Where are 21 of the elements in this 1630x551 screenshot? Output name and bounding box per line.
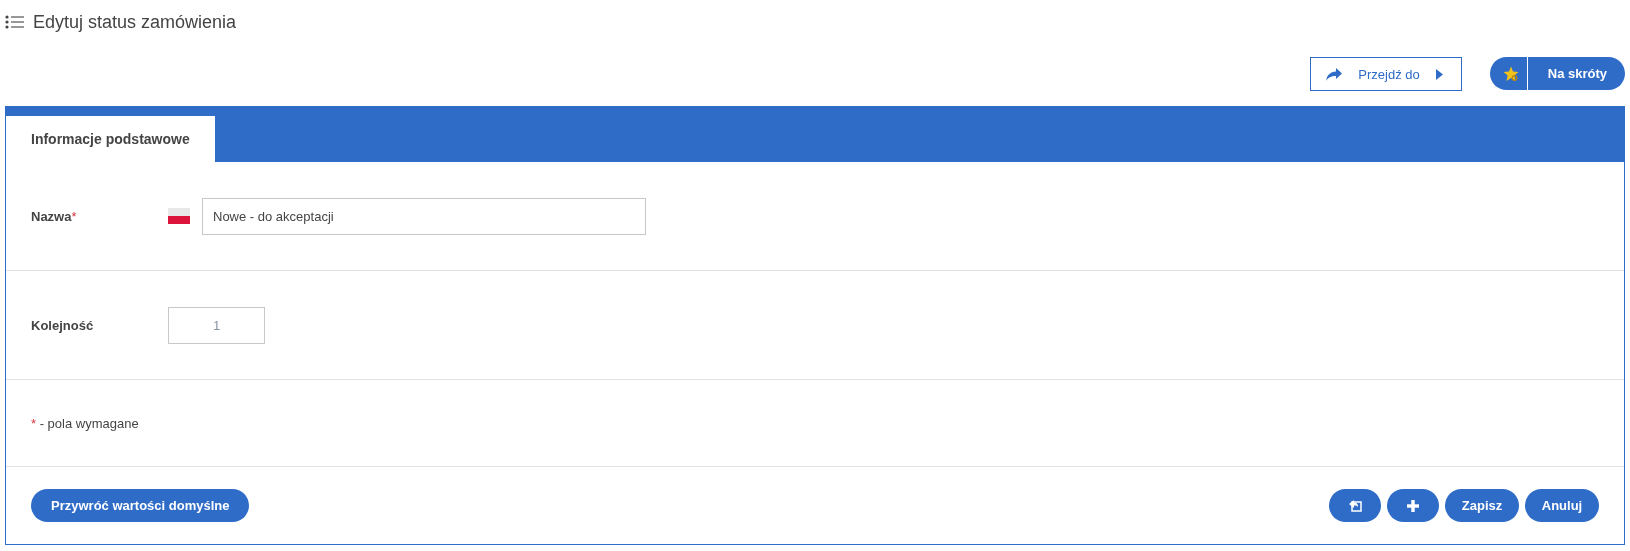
order-field[interactable]: 1: [168, 306, 265, 344]
cancel-button[interactable]: Anuluj: [1525, 489, 1599, 522]
save-button[interactable]: Zapisz: [1445, 489, 1519, 522]
field-label: Nazwa*: [31, 208, 78, 224]
page-title: Edytuj status zamówienia: [33, 11, 237, 33]
caret-icon: [1435, 68, 1443, 80]
required-legend: * - pola wymagane: [31, 415, 139, 431]
plus-icon: [1407, 499, 1419, 512]
return-icon: [1348, 499, 1362, 512]
reset-defaults-button[interactable]: Przywróć wartości domyślne: [31, 489, 250, 522]
shortcuts-button[interactable]: Na skróty: [1489, 57, 1625, 90]
tab[interactable]: Informacje podstawowe: [6, 116, 215, 162]
add-button[interactable]: [1387, 489, 1439, 522]
list-icon: [5, 15, 25, 29]
star-icon: [1502, 65, 1519, 82]
back-button[interactable]: [1329, 489, 1381, 522]
flag-icon: [168, 208, 190, 224]
name-field[interactable]: Nowe - do akceptacji: [202, 197, 646, 235]
share-arrow-icon: [1326, 67, 1343, 81]
goto-button[interactable]: Przejdź do: [1310, 57, 1462, 91]
field-label: Kolejność: [31, 317, 95, 333]
